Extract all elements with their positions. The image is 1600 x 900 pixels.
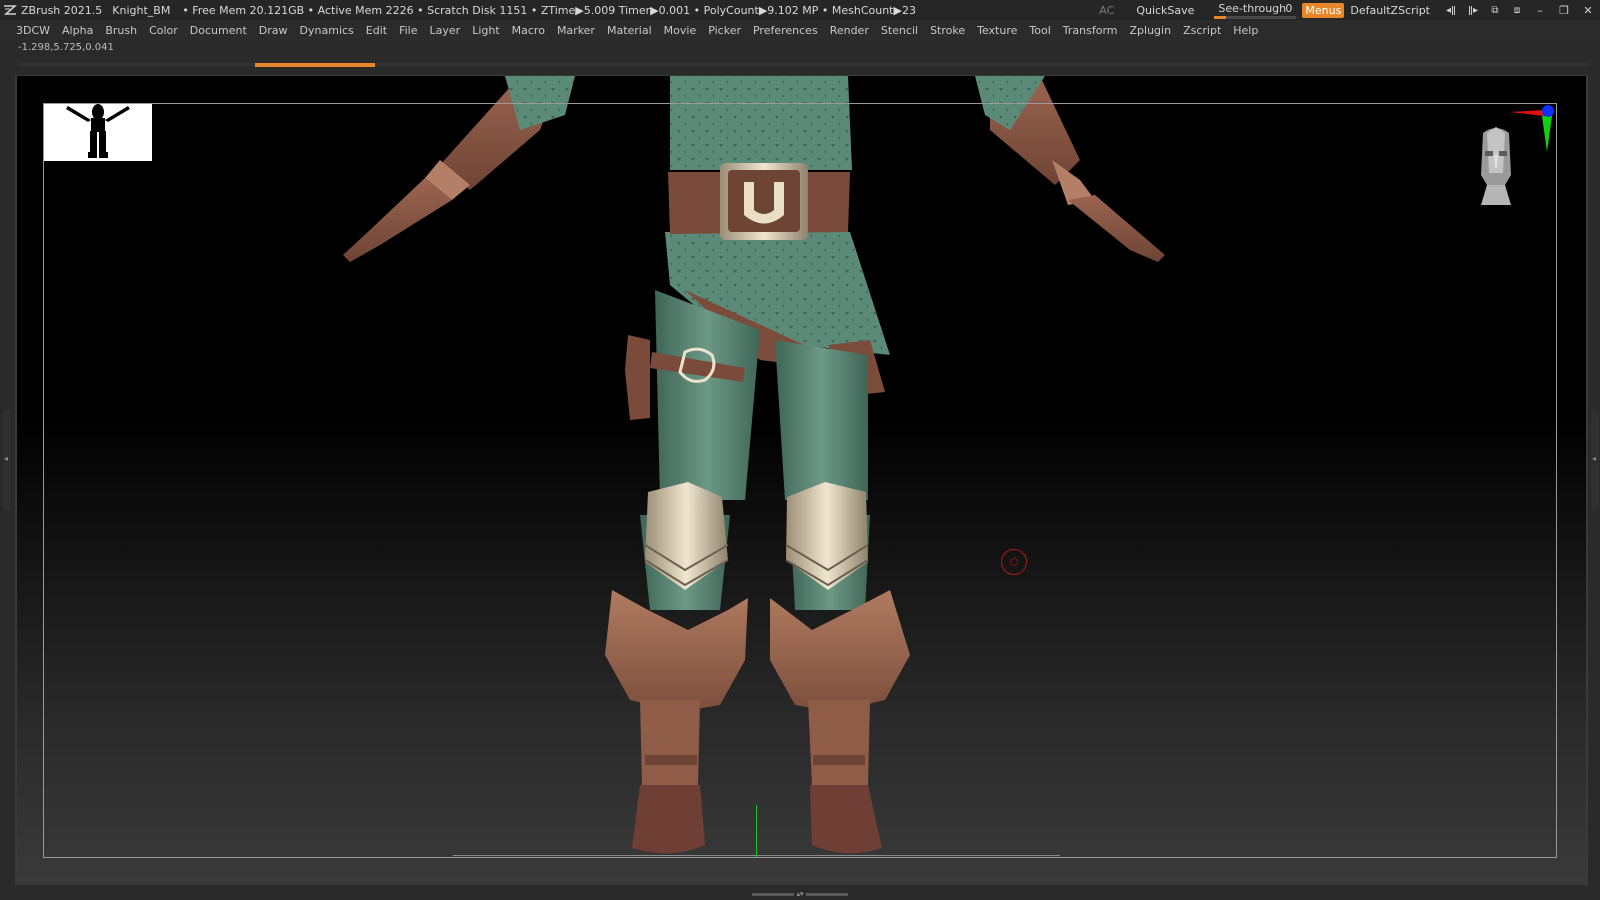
- title-bar-right: AC QuickSave See-through 0 Menus Default…: [1099, 0, 1600, 20]
- close-icon[interactable]: ✕: [1576, 0, 1600, 20]
- menu-marker[interactable]: Marker: [557, 24, 595, 37]
- axis-gizmo-icon[interactable]: [1508, 102, 1556, 152]
- menu-brush[interactable]: Brush: [105, 24, 137, 37]
- menu-texture[interactable]: Texture: [977, 24, 1017, 37]
- title-bar: ZBrush 2021.5 Knight_BM • Free Mem 20.12…: [0, 0, 1600, 20]
- cursor-coordinates: -1.298,5.725,0.041: [18, 42, 114, 53]
- zbrush-logo-icon[interactable]: [3, 3, 17, 17]
- left-arm: [343, 76, 575, 262]
- bottom-handle-bar-left: [752, 892, 795, 896]
- brush-cursor: [1001, 549, 1027, 575]
- menu-light[interactable]: Light: [472, 24, 499, 37]
- memory-stats: • Free Mem 20.121GB • Active Mem 2226 • …: [182, 3, 916, 17]
- left-tray-arrow-icon: ◂: [4, 454, 9, 463]
- main-menu-bar: 3DCW Alpha Brush Color Document Draw Dyn…: [0, 20, 1600, 40]
- zbrush-window: ZBrush 2021.5 Knight_BM • Free Mem 20.12…: [0, 0, 1600, 900]
- right-arm: [975, 76, 1165, 262]
- see-through-label: See-through: [1218, 2, 1287, 15]
- menu-layer[interactable]: Layer: [430, 24, 461, 37]
- bottom-tray-handle[interactable]: ▴▾: [746, 890, 854, 898]
- belt: [668, 163, 850, 240]
- menu-document[interactable]: Document: [190, 24, 247, 37]
- menu-preferences[interactable]: Preferences: [753, 24, 818, 37]
- menu-help[interactable]: Help: [1233, 24, 1258, 37]
- right-tray-arrow-icon: ◂: [1592, 454, 1597, 463]
- document-name: Knight_BM: [112, 3, 171, 17]
- app-version: ZBrush 2021.5: [21, 3, 103, 17]
- see-through-slider[interactable]: See-through 0: [1214, 0, 1297, 20]
- interface-layout-icon[interactable]: ⧉: [1484, 0, 1506, 20]
- menu-transform[interactable]: Transform: [1063, 24, 1118, 37]
- see-through-track: [1214, 16, 1297, 19]
- minimize-icon[interactable]: –: [1528, 0, 1552, 20]
- navigator-thumbnail[interactable]: [44, 104, 152, 161]
- menu-edit[interactable]: Edit: [366, 24, 387, 37]
- y-axis-line: [756, 805, 757, 857]
- menu-color[interactable]: Color: [149, 24, 178, 37]
- bottom-handle-arrows-icon: ▴▾: [796, 890, 804, 898]
- tray-collapse-right-icon[interactable]: ǁ▸: [1462, 0, 1484, 20]
- menu-tool[interactable]: Tool: [1029, 24, 1050, 37]
- left-tray-handle[interactable]: ◂: [3, 410, 11, 510]
- quicksave-button[interactable]: QuickSave: [1136, 4, 1194, 17]
- menus-toggle-button[interactable]: Menus: [1302, 2, 1345, 18]
- knight-model[interactable]: [17, 76, 1586, 884]
- right-tray-handle[interactable]: ◂: [1591, 410, 1599, 510]
- see-through-value: 0: [1285, 2, 1293, 15]
- menu-render[interactable]: Render: [830, 24, 869, 37]
- menu-movie[interactable]: Movie: [664, 24, 697, 37]
- menu-stencil[interactable]: Stencil: [881, 24, 918, 37]
- progress-bar: [255, 63, 375, 67]
- boots: [605, 590, 910, 854]
- menu-macro[interactable]: Macro: [512, 24, 545, 37]
- menu-material[interactable]: Material: [607, 24, 652, 37]
- menu-draw[interactable]: Draw: [259, 24, 288, 37]
- ui-settings-icon[interactable]: ⧈: [1506, 0, 1528, 20]
- brush-cursor-inner: [1010, 558, 1018, 566]
- knee-guards: [644, 482, 869, 590]
- ac-label[interactable]: AC: [1099, 4, 1114, 17]
- menu-stroke[interactable]: Stroke: [930, 24, 965, 37]
- menu-dynamics[interactable]: Dynamics: [300, 24, 354, 37]
- default-zscript-button[interactable]: DefaultZScript: [1350, 4, 1430, 17]
- menu-3dcw[interactable]: 3DCW: [16, 24, 50, 37]
- menu-alpha[interactable]: Alpha: [62, 24, 93, 37]
- progress-track: [18, 63, 1590, 66]
- bottom-handle-bar-right: [805, 892, 848, 896]
- tray-collapse-left-icon[interactable]: ◂ǁ: [1440, 0, 1462, 20]
- menu-zplugin[interactable]: Zplugin: [1130, 24, 1172, 37]
- menu-zscript[interactable]: Zscript: [1183, 24, 1221, 37]
- restore-icon[interactable]: ❐: [1552, 0, 1576, 20]
- menu-picker[interactable]: Picker: [708, 24, 741, 37]
- menu-file[interactable]: File: [399, 24, 417, 37]
- see-through-knob[interactable]: [1214, 16, 1227, 19]
